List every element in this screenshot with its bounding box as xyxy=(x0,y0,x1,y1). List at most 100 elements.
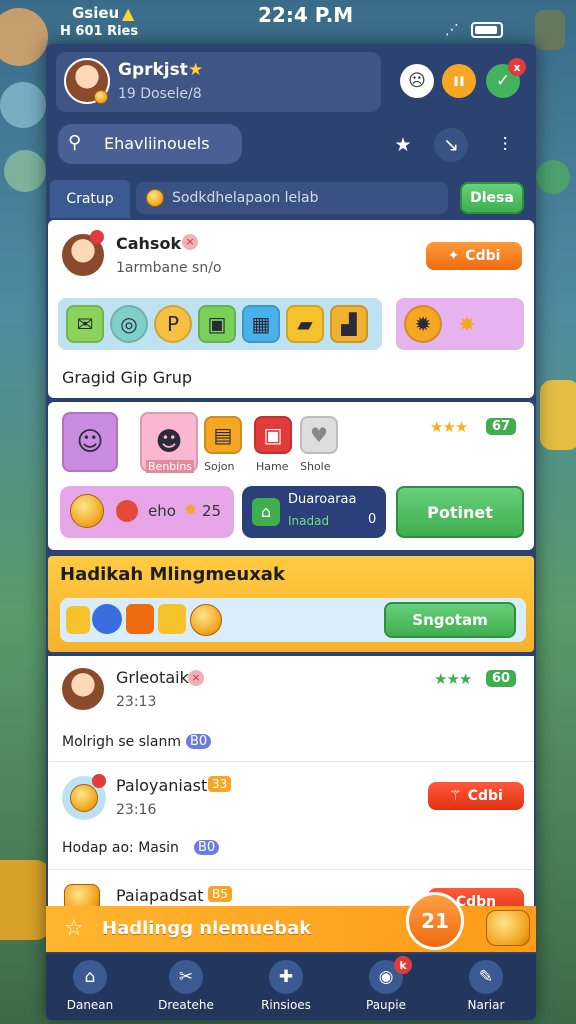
footer-banner-title: Hadlingg nlemuebak xyxy=(102,918,312,939)
item-tile[interactable]: ✸ xyxy=(448,305,486,343)
item-tile[interactable]: ✹ xyxy=(404,305,442,343)
list-item-desc: Molrigh se slanm xyxy=(62,734,182,750)
profile-header[interactable]: Gprkjst ★ 19 Dosele/8 xyxy=(56,52,381,112)
coin-icon xyxy=(146,189,164,207)
reaction-button[interactable]: ☹ xyxy=(400,64,434,98)
item-tile[interactable]: ▦ xyxy=(242,305,280,343)
bg-decoration xyxy=(536,160,570,194)
bottom-nav: ⌂ Danean ✂ Dreatehe ✚ Rinsioes ◉ Paupie k ✎ N… xyxy=(46,954,536,1020)
card-footer-label: Gragid Gip Grup xyxy=(62,368,192,387)
clock: 22:4 P.M xyxy=(258,3,354,27)
home-icon: ⌂ xyxy=(73,960,107,994)
nav-item-home[interactable]: ⌂ Danean xyxy=(50,960,130,1012)
wifi-icon: ⋰ xyxy=(445,22,463,38)
notification-badge: x xyxy=(508,58,526,76)
close-icon[interactable]: × xyxy=(182,234,198,250)
claim-button[interactable]: ✦ Cdbi xyxy=(426,242,522,270)
footer-banner[interactable]: ☆ Hadlingg nlemuebak 21 xyxy=(46,892,536,952)
tab-active[interactable]: Cratup xyxy=(50,180,130,218)
coins-count: 25 xyxy=(202,502,222,520)
favorite-button[interactable]: ★ xyxy=(386,128,420,162)
heart-icon[interactable]: ♥ xyxy=(300,416,338,454)
item-label: Sojon xyxy=(204,460,235,473)
player-card[interactable]: Cahsok × 1armbane sn/o ✦ Cdbi ✉ ◎ P ▣ ▦ ▰… xyxy=(48,220,534,398)
level-badge: B0 xyxy=(194,840,220,855)
item-tile[interactable]: P xyxy=(154,305,192,343)
info-tab-label: Sodkdhelapaon lelab xyxy=(172,190,319,206)
level-badge: B5 xyxy=(208,886,232,902)
item-strip: ✉ ◎ P ▣ ▦ ▰ ▟ xyxy=(58,298,382,350)
event-banner[interactable]: Hadikah Mlingmeuxak Sngotam xyxy=(48,556,534,652)
pen-icon: ✎ xyxy=(469,960,503,994)
item-tile[interactable]: ▣ xyxy=(198,305,236,343)
bg-decoration xyxy=(0,82,46,128)
nav-item-add[interactable]: ✚ Rinsioes xyxy=(246,960,326,1012)
pause-button[interactable]: ıı xyxy=(442,64,476,98)
nav-item-tools[interactable]: ✂ Dreatehe xyxy=(146,960,226,1012)
level-badge: 33 xyxy=(208,776,232,792)
coin-icon xyxy=(70,784,98,812)
dots-icon: ⫶ xyxy=(502,134,508,156)
spark-icon: ✸ xyxy=(184,500,198,519)
status-panel[interactable]: ⌂ Duaroaraa Inadad 0 xyxy=(242,486,386,538)
nav-item-edit[interactable]: ✎ Nariar xyxy=(446,960,526,1012)
tools-icon: ✂ xyxy=(169,960,203,994)
face-icon: ☹ xyxy=(408,71,426,91)
add-icon: ✚ xyxy=(269,960,303,994)
reward-card[interactable]: ☺ ☻ Benbins ▤ Sojon ▣ Hame ♥ Shole ★★★ 6… xyxy=(48,402,534,550)
banner-button[interactable]: Sngotam xyxy=(384,602,516,638)
item-tile[interactable]: ▟ xyxy=(330,305,368,343)
coin-icon xyxy=(70,494,104,528)
star-rating: ★★★ xyxy=(434,670,472,688)
lock-icon xyxy=(92,604,122,634)
gift-icon: ✦ xyxy=(447,248,460,264)
pause-icon: ıı xyxy=(453,71,465,91)
list-item[interactable]: Grleotaik × 23:13 ★★★ 60 Molrigh se slan… xyxy=(48,656,534,762)
list-item-time: 23:16 xyxy=(116,802,157,818)
info-tab[interactable]: Sodkdhelapaon lelab xyxy=(136,182,448,214)
item-label: Benbins xyxy=(146,460,195,473)
potinet-button[interactable]: Potinet xyxy=(396,486,524,538)
item-tile[interactable]: ☺ xyxy=(62,412,118,472)
panel-title: Duaroaraa xyxy=(288,492,357,507)
list-item-name: Paloyaniast xyxy=(116,776,208,795)
list-item[interactable]: Paloyaniast 33 23:16 ⚚ Cdbi Hodap ao: Mas… xyxy=(48,764,534,870)
more-button[interactable]: ⫶ xyxy=(488,128,522,162)
avatar xyxy=(60,666,106,712)
item-icon xyxy=(126,604,154,634)
item-tile[interactable]: ▤ xyxy=(204,416,242,454)
search-icon: ⚲ xyxy=(68,132,82,153)
wing-icon: ⚚ xyxy=(449,788,462,804)
tool-button[interactable]: ↘ xyxy=(434,128,468,162)
coin-icon xyxy=(94,90,108,104)
list-item-desc: Hodap ao: Masin xyxy=(62,840,179,856)
star-icon: ★ xyxy=(188,60,204,80)
list-item-time: 23:13 xyxy=(116,694,157,710)
item-strip-bonus: ✹ ✸ xyxy=(396,298,524,350)
item-tile[interactable]: ▰ xyxy=(286,305,324,343)
bg-decoration xyxy=(0,860,50,940)
star-icon: ★ xyxy=(394,134,412,156)
footer-badge[interactable]: 21 xyxy=(406,892,464,950)
item-label: Shole xyxy=(300,460,331,473)
item-icon xyxy=(158,604,186,634)
coins-label: eho xyxy=(148,502,176,520)
item-label: Hame xyxy=(256,460,289,473)
score-badge: 67 xyxy=(486,418,517,435)
claim-button[interactable]: ⚚ Cdbi xyxy=(428,782,524,810)
item-tile[interactable]: ✉ xyxy=(66,305,104,343)
close-icon[interactable]: × xyxy=(188,670,204,686)
panel-value: 0 xyxy=(368,512,377,527)
action-button[interactable]: Dlesa xyxy=(460,182,524,214)
card-title: Cahsok xyxy=(116,234,182,253)
bg-decoration xyxy=(540,380,576,450)
profile-name: Gprkjst xyxy=(118,60,188,80)
item-tile[interactable]: ▣ xyxy=(254,416,292,454)
banner-strip: Sngotam xyxy=(60,598,526,642)
nav-item-games[interactable]: ◉ Paupie xyxy=(346,960,426,1012)
search-input[interactable]: ⚲ Ehavliinouels xyxy=(58,124,242,164)
notification-badge: k xyxy=(394,956,412,974)
item-tile[interactable]: ◎ xyxy=(110,305,148,343)
coins-box[interactable]: eho ✸ 25 xyxy=(60,486,234,538)
notification-badge xyxy=(90,230,104,244)
